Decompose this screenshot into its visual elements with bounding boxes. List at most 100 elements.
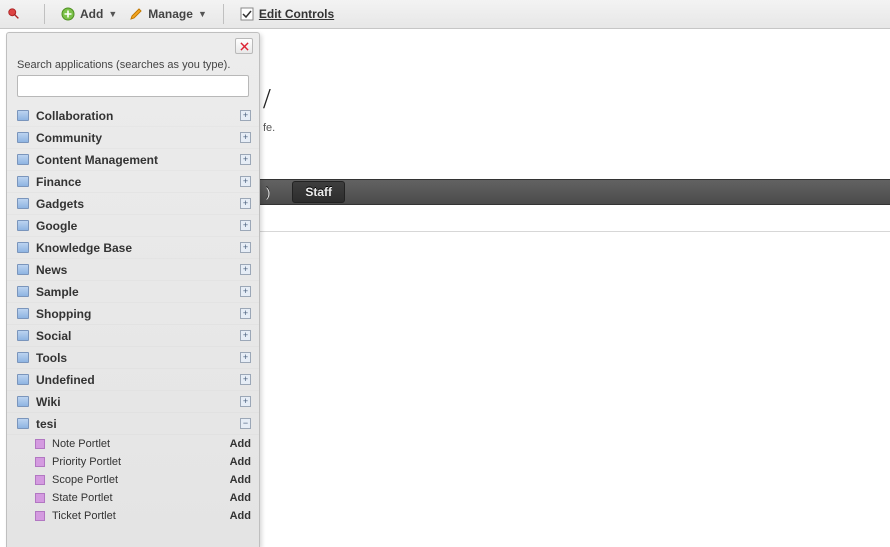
folder-icon	[17, 220, 29, 231]
close-button[interactable]	[235, 38, 253, 54]
folder-icon	[17, 198, 29, 209]
top-toolbar: Add ▼ Manage ▼ Edit Controls	[0, 0, 890, 29]
category-label: Collaboration	[36, 109, 240, 123]
portlet-icon	[35, 493, 45, 503]
category-row[interactable]: Google+	[7, 215, 259, 237]
category-label: Google	[36, 219, 240, 233]
portlet-label: Priority Portlet	[52, 456, 230, 468]
portlet-label: Note Portlet	[52, 438, 230, 450]
folder-icon	[17, 352, 29, 363]
portlet-list: Note PortletAddPriority PortletAddScope …	[7, 435, 259, 525]
pin-icon[interactable]	[6, 6, 22, 22]
category-label: Tools	[36, 351, 240, 365]
category-row[interactable]: tesi−	[7, 413, 259, 435]
nav-fragment: )	[266, 185, 270, 200]
manage-label: Manage	[148, 7, 193, 21]
category-label: Wiki	[36, 395, 240, 409]
portlet-icon	[35, 439, 45, 449]
portlet-row: Scope PortletAdd	[7, 471, 259, 489]
search-box	[17, 75, 249, 97]
plus-circle-icon	[61, 7, 75, 21]
page-subtitle-fragment: fe.	[263, 122, 275, 134]
search-label: Search applications (searches as you typ…	[7, 59, 259, 75]
category-row[interactable]: Tools+	[7, 347, 259, 369]
category-label: Content Management	[36, 153, 240, 167]
portlet-label: State Portlet	[52, 492, 230, 504]
category-row[interactable]: Undefined+	[7, 369, 259, 391]
search-input[interactable]	[17, 75, 249, 97]
nav-tab-staff[interactable]: Staff	[292, 181, 345, 203]
expand-icon[interactable]: +	[240, 374, 251, 385]
category-row[interactable]: Sample+	[7, 281, 259, 303]
expand-icon[interactable]: +	[240, 132, 251, 143]
folder-icon	[17, 264, 29, 275]
portlet-row: State PortletAdd	[7, 489, 259, 507]
category-row[interactable]: Collaboration+	[7, 105, 259, 127]
portlet-label: Scope Portlet	[52, 474, 230, 486]
category-row[interactable]: Knowledge Base+	[7, 237, 259, 259]
expand-icon[interactable]: +	[240, 110, 251, 121]
expand-icon[interactable]: +	[240, 352, 251, 363]
category-label: Sample	[36, 285, 240, 299]
category-label: Social	[36, 329, 240, 343]
toolbar-separator	[223, 4, 224, 24]
expand-icon[interactable]: +	[240, 176, 251, 187]
add-menu[interactable]: Add ▼	[55, 4, 123, 24]
chevron-down-icon: ▼	[198, 9, 207, 19]
folder-icon	[17, 132, 29, 143]
portlet-icon	[35, 511, 45, 521]
category-row[interactable]: Content Management+	[7, 149, 259, 171]
close-icon	[240, 42, 249, 51]
portlet-icon	[35, 457, 45, 467]
expand-icon[interactable]: +	[240, 154, 251, 165]
edit-controls-label: Edit Controls	[259, 7, 334, 21]
category-row[interactable]: Community+	[7, 127, 259, 149]
manage-menu[interactable]: Manage ▼	[123, 4, 213, 24]
page-title-fragment: /	[263, 84, 271, 116]
portlet-label: Ticket Portlet	[52, 510, 230, 522]
portlet-row: Note PortletAdd	[7, 435, 259, 453]
folder-icon	[17, 396, 29, 407]
add-portlet-link[interactable]: Add	[230, 438, 251, 450]
add-portlet-link[interactable]: Add	[230, 474, 251, 486]
add-application-panel: Search applications (searches as you typ…	[6, 32, 260, 547]
expand-icon[interactable]: +	[240, 198, 251, 209]
category-label: tesi	[36, 417, 240, 431]
pencil-icon	[129, 7, 143, 21]
category-row[interactable]: News+	[7, 259, 259, 281]
portlet-row: Ticket PortletAdd	[7, 507, 259, 525]
category-row[interactable]: Shopping+	[7, 303, 259, 325]
folder-icon	[17, 242, 29, 253]
folder-icon	[17, 110, 29, 121]
folder-icon	[17, 154, 29, 165]
expand-icon[interactable]: +	[240, 330, 251, 341]
folder-icon	[17, 176, 29, 187]
expand-icon[interactable]: +	[240, 396, 251, 407]
category-label: Undefined	[36, 373, 240, 387]
edit-controls-toggle[interactable]: Edit Controls	[234, 4, 340, 24]
collapse-icon[interactable]: −	[240, 418, 251, 429]
folder-icon	[17, 374, 29, 385]
category-row[interactable]: Gadgets+	[7, 193, 259, 215]
expand-icon[interactable]: +	[240, 286, 251, 297]
add-portlet-link[interactable]: Add	[230, 510, 251, 522]
folder-icon	[17, 286, 29, 297]
category-label: Finance	[36, 175, 240, 189]
category-label: News	[36, 263, 240, 277]
portlet-row: Priority PortletAdd	[7, 453, 259, 471]
expand-icon[interactable]: +	[240, 220, 251, 231]
portlet-icon	[35, 475, 45, 485]
expand-icon[interactable]: +	[240, 264, 251, 275]
category-label: Community	[36, 131, 240, 145]
category-row[interactable]: Wiki+	[7, 391, 259, 413]
folder-icon	[17, 418, 29, 429]
expand-icon[interactable]: +	[240, 242, 251, 253]
expand-icon[interactable]: +	[240, 308, 251, 319]
add-portlet-link[interactable]: Add	[230, 456, 251, 468]
category-row[interactable]: Finance+	[7, 171, 259, 193]
category-row[interactable]: Social+	[7, 325, 259, 347]
add-label: Add	[80, 7, 103, 21]
checkbox-checked-icon	[240, 7, 254, 21]
add-portlet-link[interactable]: Add	[230, 492, 251, 504]
category-label: Shopping	[36, 307, 240, 321]
